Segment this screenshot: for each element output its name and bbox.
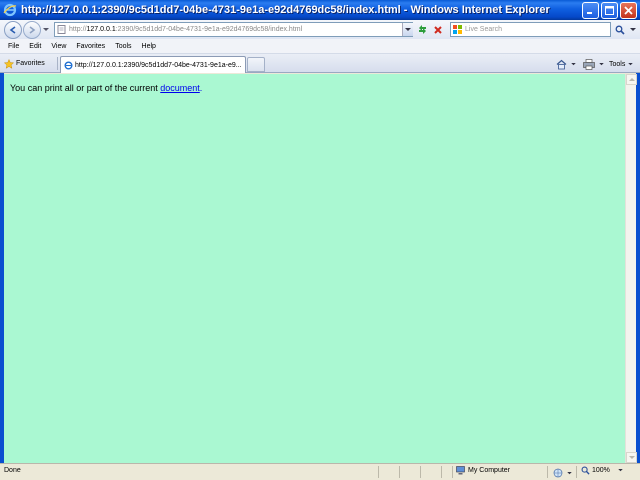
close-button[interactable] bbox=[620, 1, 637, 19]
status-cell bbox=[452, 466, 453, 478]
search-options-dropdown[interactable] bbox=[628, 23, 637, 36]
tab-label: http://127.0.0.1:2390/9c5d1dd7-04be-4731… bbox=[75, 61, 242, 69]
menu-favorites[interactable]: Favorites bbox=[71, 43, 110, 50]
chevron-down-icon bbox=[618, 469, 623, 472]
chevron-down-icon bbox=[571, 62, 576, 65]
page-icon bbox=[57, 25, 66, 34]
stop-button[interactable] bbox=[431, 23, 445, 36]
paragraph-text: You can print all or part of the current bbox=[10, 83, 161, 93]
stop-icon bbox=[434, 25, 442, 34]
protected-mode-button[interactable] bbox=[553, 466, 572, 480]
menu-bar: File Edit View Favorites Tools Help bbox=[0, 39, 640, 54]
favorites-button[interactable]: Favorites bbox=[4, 56, 54, 71]
chevron-down-icon bbox=[628, 62, 634, 65]
address-prefix: http:// bbox=[69, 26, 87, 33]
home-button[interactable] bbox=[556, 57, 576, 71]
status-cell bbox=[420, 466, 421, 478]
chevron-down-icon bbox=[629, 27, 636, 31]
refresh-button[interactable] bbox=[415, 23, 429, 36]
history-dropdown[interactable] bbox=[42, 21, 50, 39]
tools-button[interactable]: Tools bbox=[609, 57, 634, 71]
address-host: 127.0.0.1 bbox=[86, 26, 116, 33]
globe-icon bbox=[553, 468, 563, 478]
minimize-button[interactable] bbox=[582, 1, 599, 19]
title-bar[interactable]: http://127.0.0.1:2390/9c5d1dd7-04be-4731… bbox=[0, 0, 640, 20]
search-placeholder: Live Search bbox=[465, 26, 502, 33]
chevron-down-icon bbox=[405, 27, 411, 31]
ie-logo-icon bbox=[3, 3, 17, 17]
favorites-label: Favorites bbox=[16, 60, 45, 67]
printer-icon bbox=[583, 58, 595, 70]
zoom-button[interactable]: 100% bbox=[581, 466, 623, 475]
page-paragraph: You can print all or part of the current… bbox=[10, 83, 202, 93]
chevron-up-icon bbox=[628, 77, 635, 81]
search-input[interactable]: Live Search bbox=[450, 22, 611, 37]
address-path: :2390/9c5d1dd7-04be-4731-9e1a-e92d4769dc… bbox=[115, 26, 303, 33]
print-button[interactable] bbox=[583, 57, 604, 71]
separator bbox=[57, 57, 58, 70]
live-search-logo-icon bbox=[453, 25, 462, 34]
status-text: Done bbox=[4, 467, 21, 474]
minimize-icon bbox=[587, 11, 592, 14]
menu-file[interactable]: File bbox=[3, 43, 24, 50]
forward-button[interactable] bbox=[23, 20, 41, 39]
computer-icon bbox=[456, 466, 465, 475]
scroll-down-button[interactable] bbox=[626, 452, 637, 463]
chevron-down-icon bbox=[567, 471, 572, 474]
status-bar: Done My Computer 100% bbox=[0, 463, 640, 480]
document-link[interactable]: document bbox=[160, 83, 200, 93]
back-button[interactable] bbox=[4, 20, 22, 39]
menu-help[interactable]: Help bbox=[137, 43, 161, 50]
window-frame-right bbox=[636, 73, 640, 465]
home-icon bbox=[556, 59, 567, 69]
tab-bar: Favorites http://127.0.0.1:2390/9c5d1dd7… bbox=[0, 54, 640, 73]
search-button[interactable] bbox=[613, 23, 627, 36]
ie-logo-icon bbox=[64, 61, 73, 69]
security-zone[interactable]: My Computer bbox=[456, 466, 510, 475]
page-content: You can print all or part of the current… bbox=[4, 74, 625, 463]
magnifier-icon bbox=[615, 25, 625, 35]
status-cell bbox=[547, 466, 548, 478]
maximize-button[interactable] bbox=[601, 1, 618, 19]
refresh-icon bbox=[418, 25, 426, 34]
address-dropdown[interactable] bbox=[402, 23, 413, 36]
menu-tools[interactable]: Tools bbox=[110, 43, 136, 50]
status-cell bbox=[441, 466, 442, 478]
address-input[interactable]: http://127.0.0.1:2390/9c5d1dd7-04be-4731… bbox=[54, 22, 413, 37]
status-cell bbox=[576, 466, 577, 478]
scroll-up-button[interactable] bbox=[626, 74, 637, 85]
tab-active-page[interactable]: http://127.0.0.1:2390/9c5d1dd7-04be-4731… bbox=[60, 56, 246, 73]
zoom-magnifier-icon bbox=[581, 466, 590, 475]
vertical-scrollbar[interactable] bbox=[625, 74, 637, 463]
zoom-level: 100% bbox=[592, 467, 610, 474]
menu-edit[interactable]: Edit bbox=[24, 43, 46, 50]
navigation-bar: http://127.0.0.1:2390/9c5d1dd7-04be-4731… bbox=[0, 20, 640, 39]
new-tab-button[interactable] bbox=[247, 57, 265, 72]
tools-label: Tools bbox=[609, 60, 626, 68]
chevron-down-icon bbox=[628, 455, 635, 459]
forward-arrow-icon bbox=[29, 25, 36, 34]
star-icon bbox=[4, 58, 14, 69]
status-cell bbox=[399, 466, 400, 478]
maximize-icon bbox=[605, 5, 614, 15]
chevron-down-icon bbox=[599, 62, 604, 65]
chevron-down-icon bbox=[43, 27, 49, 31]
window-title: http://127.0.0.1:2390/9c5d1dd7-04be-4731… bbox=[21, 4, 550, 16]
paragraph-period: . bbox=[199, 83, 203, 93]
menu-view[interactable]: View bbox=[46, 43, 71, 50]
zone-label: My Computer bbox=[468, 467, 511, 474]
back-arrow-icon bbox=[9, 25, 16, 34]
close-icon bbox=[624, 5, 633, 15]
status-cell bbox=[378, 466, 379, 478]
